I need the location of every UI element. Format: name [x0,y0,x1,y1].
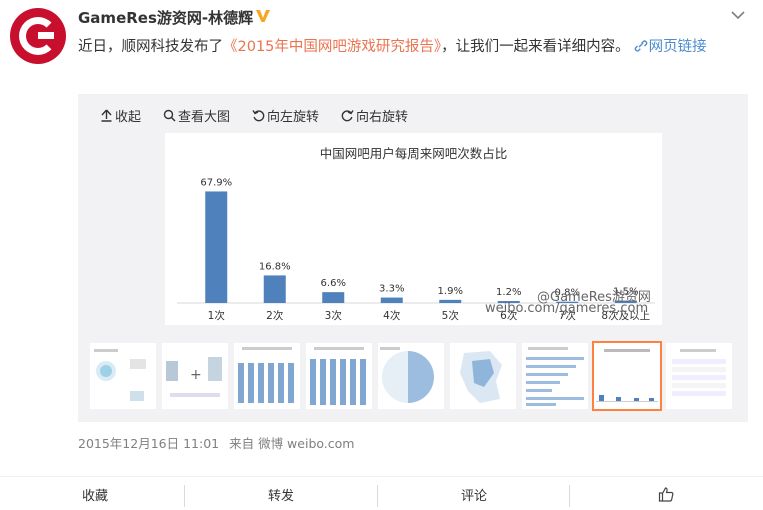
favorite-button[interactable]: 收藏 [0,477,190,510]
comment-label: 评论 [460,488,487,504]
thumbnail-7[interactable] [522,343,588,409]
bar-4 [380,297,403,303]
post-meta: 2015年12月16日 11:01 来自 微博 weibo.com [78,433,354,452]
rotate-left-icon [252,110,265,122]
bar-2 [263,275,286,303]
thumbs-up-icon [658,486,674,502]
rotate-right-label: 向右旋转 [356,110,409,125]
category-label-3: 3次 [325,309,343,322]
watermark-url: weibo.com/gameres.com [485,301,649,316]
thumbnail-strip: + [90,341,736,411]
category-label-1: 1次 [208,309,226,322]
collapse-label: 收起 [115,110,142,125]
data-label-6: 1.2% [496,287,521,298]
divider [377,485,378,507]
like-button[interactable] [571,477,761,510]
bar-1 [205,191,228,303]
image-viewer: 收起 查看大图 向左旋转 向右旋转 中国网吧用户每周来网吧次数占比 67.9% 1… [78,94,748,422]
data-label-1: 67.9% [200,177,232,188]
viewer-toolbar: 收起 查看大图 向左旋转 向右旋转 [100,106,408,125]
bar-5 [439,299,462,303]
category-label-4: 4次 [383,309,401,322]
thumbnail-9[interactable] [666,343,732,409]
bar-chart[interactable]: 中国网吧用户每周来网吧次数占比 67.9% 1次 16.8% 2次 6.6% 3次 3.3%… [165,133,662,325]
web-link[interactable]: 网页链接 [630,39,707,55]
avatar[interactable] [10,8,66,64]
repost-label: 转发 [267,488,294,504]
thumbnail-2[interactable]: + [162,343,228,409]
rotate-right-icon [341,110,354,122]
favorite-label: 收藏 [81,488,108,504]
data-label-2: 16.8% [259,261,291,272]
thumbnail-5[interactable] [378,343,444,409]
thumbnail-1[interactable] [90,343,156,409]
thumbnail-4[interactable] [306,343,372,409]
collapse-button[interactable]: 收起 [100,106,141,125]
divider [184,485,185,507]
verified-icon [256,10,270,22]
svg-text:+: + [190,367,202,383]
post-source: 来自 微博 weibo.com [229,436,355,451]
collapse-icon [101,109,112,122]
author-name[interactable]: GameRes游资网-林德辉 [78,7,253,28]
post-text-before: 近日，顺网科技发布了 [78,39,223,55]
bar-3 [322,292,345,303]
link-icon [634,40,647,52]
post-text-after: ，让我们一起来看详细内容。 [441,39,630,55]
data-label-4: 3.3% [379,284,404,295]
thumbnail-8[interactable] [592,341,662,411]
weibo-post-card: GameRes游资网-林德辉 近日，顺网科技发布了《2015年中国网吧游戏研究报… [0,0,763,510]
chevron-down-icon[interactable] [731,10,745,20]
thumbnail-6[interactable] [450,343,516,409]
web-link-label: 网页链接 [648,39,707,55]
category-label-2: 2次 [266,309,284,322]
post-text: 近日，顺网科技发布了《2015年中国网吧游戏研究报告》，让我们一起来看详细内容。… [78,34,743,61]
divider [569,485,570,507]
data-label-3: 6.6% [321,278,346,289]
category-label-5: 5次 [442,309,460,322]
rotate-right-button[interactable]: 向右旋转 [341,106,408,125]
search-icon [163,109,176,122]
action-bar: 收藏 转发 评论 [0,476,763,510]
timestamp[interactable]: 2015年12月16日 11:01 [78,436,219,451]
view-large-label: 查看大图 [178,110,231,125]
report-link[interactable]: 《2015年中国网吧游戏研究报告》 [223,39,441,55]
thumbnail-3[interactable] [234,343,300,409]
rotate-left-label: 向左旋转 [267,110,320,125]
view-large-button[interactable]: 查看大图 [163,106,230,125]
data-label-5: 1.9% [438,286,463,297]
comment-button[interactable]: 评论 [379,477,569,510]
rotate-left-button[interactable]: 向左旋转 [252,106,319,125]
repost-button[interactable]: 转发 [186,477,376,510]
